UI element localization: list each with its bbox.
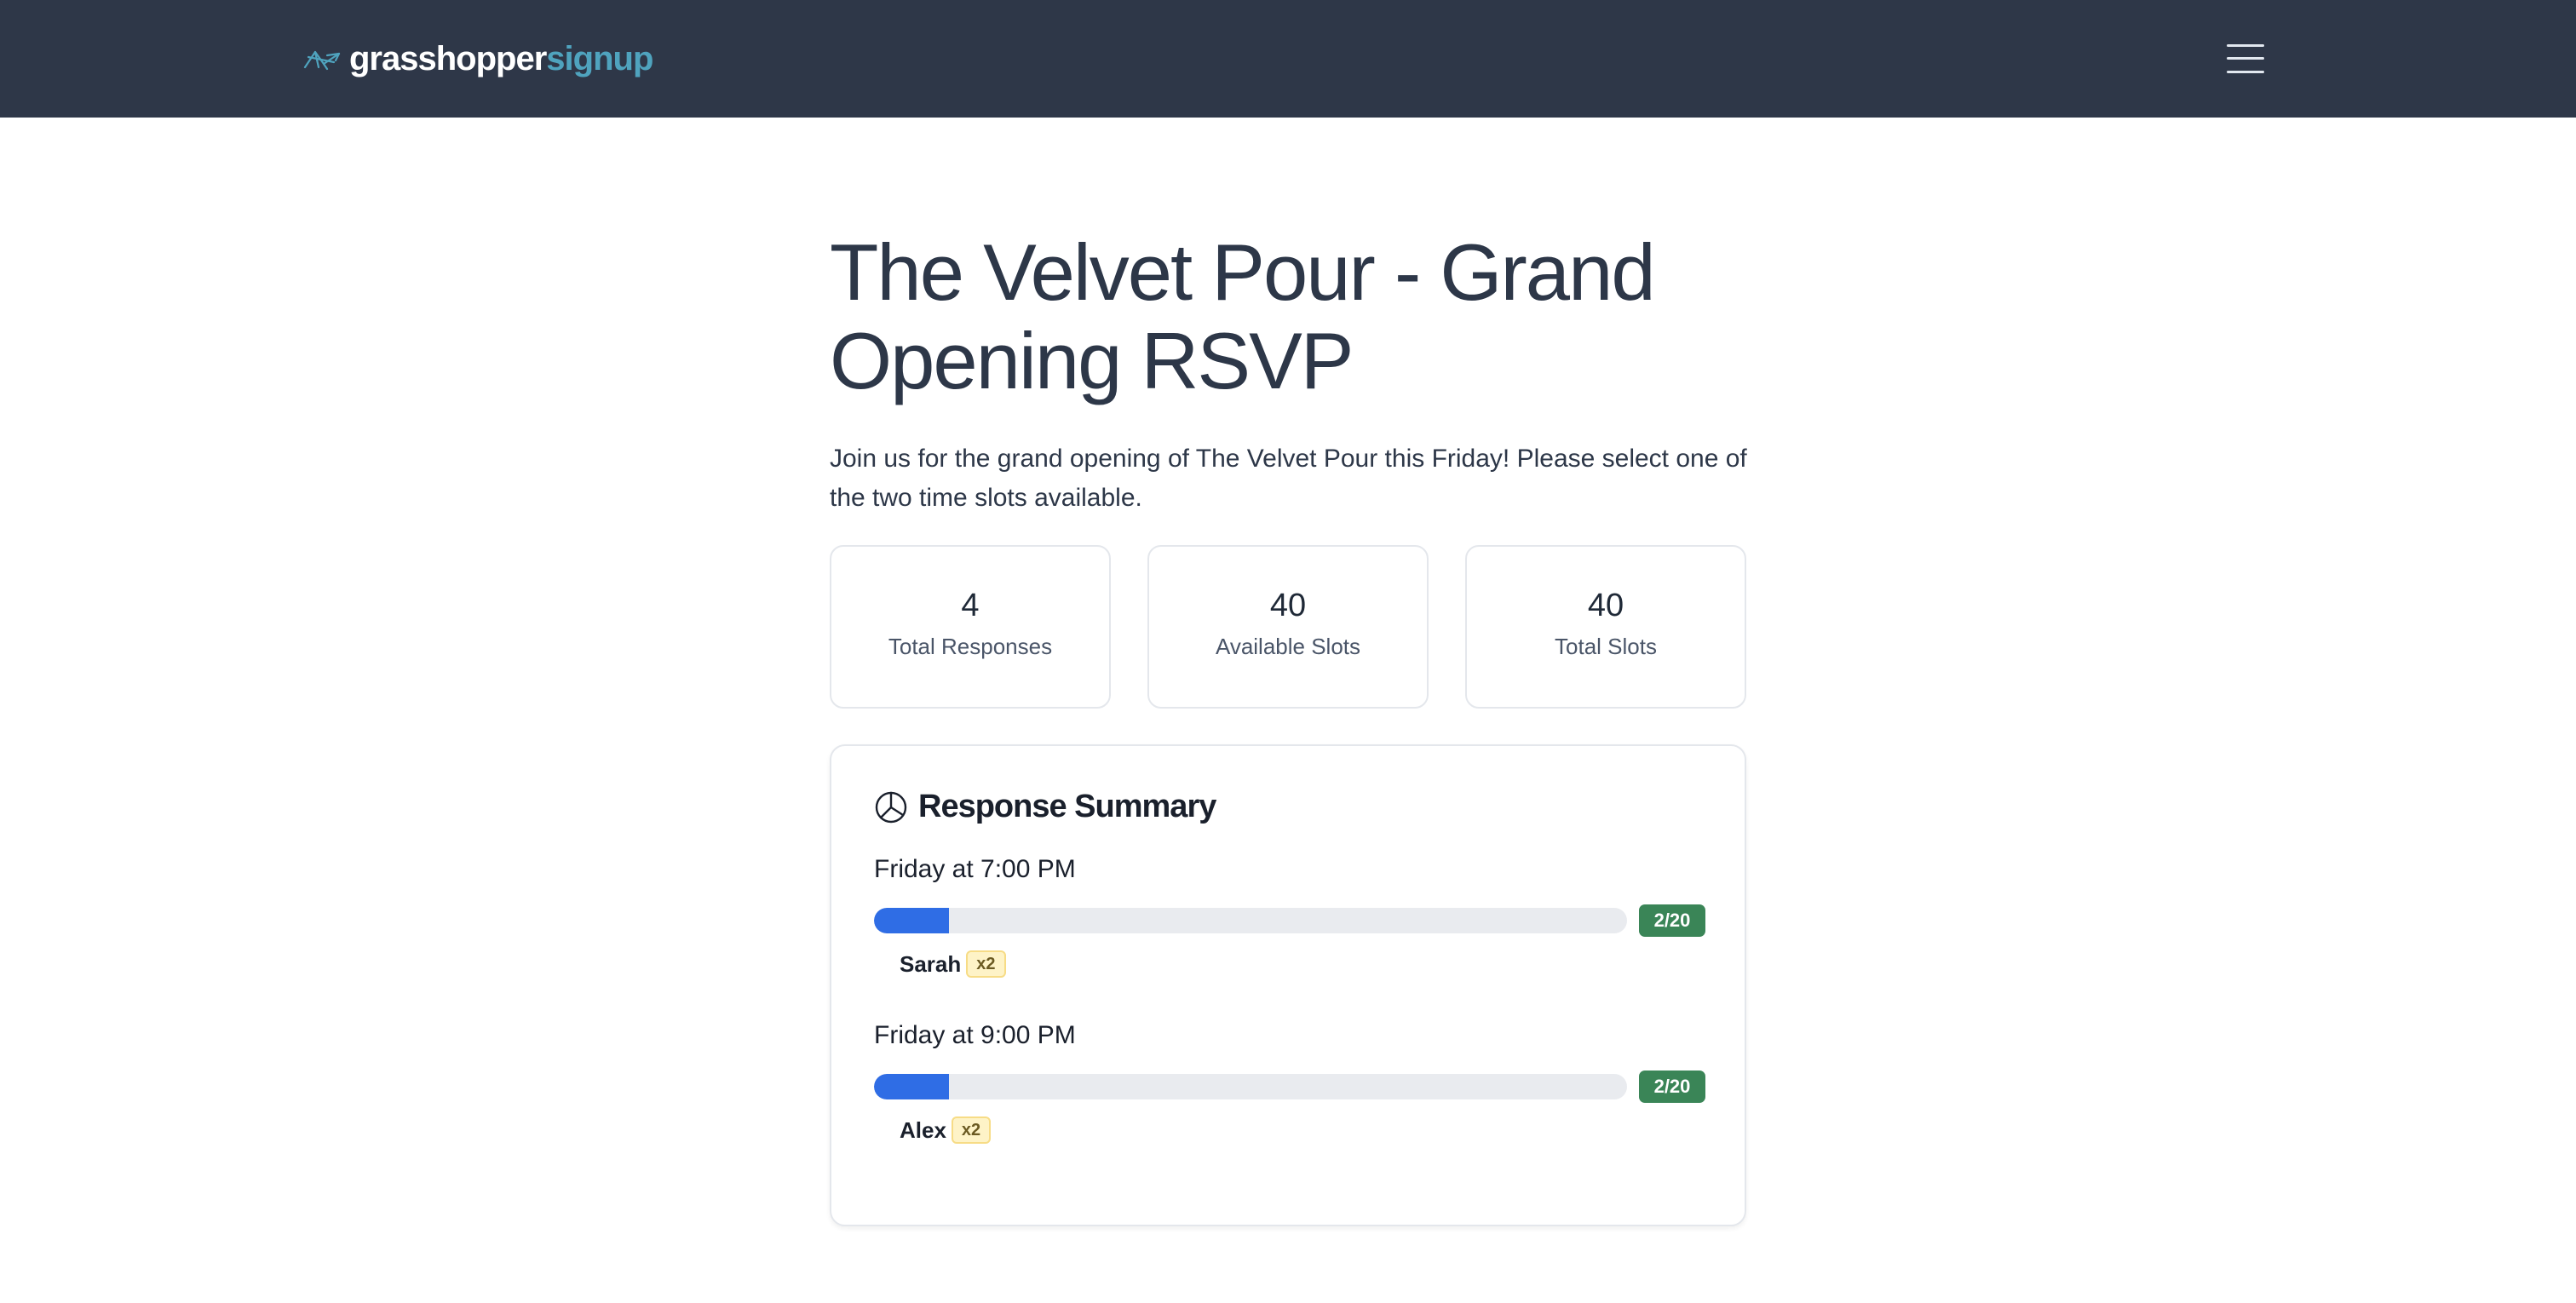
logo-wordmark: grasshoppersignup	[349, 40, 653, 78]
progress-track	[874, 908, 1627, 933]
summary-title: Response Summary	[918, 789, 1216, 824]
stat-card-available-slots: 40 Available Slots	[1147, 545, 1429, 709]
stat-card-total-responses: 4 Total Responses	[830, 545, 1111, 709]
stat-label: Available Slots	[1215, 634, 1361, 659]
slot-progress-row: 2/20	[874, 1071, 1705, 1103]
progress-track	[874, 1074, 1627, 1099]
summary-header: Response Summary	[874, 789, 1216, 825]
top-navbar: grasshoppersignup	[0, 0, 2576, 118]
attendee-name: Alex	[900, 1116, 946, 1143]
progress-fill	[874, 908, 950, 933]
pie-chart-icon	[875, 791, 907, 823]
progress-fill	[874, 1074, 950, 1099]
attendee-item: Alex x2	[900, 1116, 992, 1144]
logo-link[interactable]: grasshoppersignup	[302, 34, 653, 83]
attendee-quantity-badge: x2	[951, 1116, 992, 1144]
attendee-quantity-badge: x2	[966, 950, 1006, 978]
logo-wordmark-primary: grasshopper	[349, 39, 547, 77]
stat-card-total-slots: 40 Total Slots	[1465, 545, 1746, 709]
logo-wordmark-accent: signup	[546, 39, 653, 77]
slot-count-badge: 2/20	[1639, 1071, 1705, 1103]
slot-label: Friday at 7:00 PM	[874, 855, 1076, 883]
response-summary-card: Response Summary Friday at 7:00 PM 2/20 …	[830, 744, 1746, 1226]
attendee-item: Sarah x2	[900, 950, 1006, 978]
stat-value: 40	[1269, 588, 1307, 623]
page-title: The Velvet Pour - Grand Opening RSVP	[830, 227, 1656, 405]
time-slot: Friday at 7:00 PM 2/20 Sarah x2	[874, 855, 1705, 978]
stat-label: Total Responses	[888, 634, 1053, 659]
stat-label: Total Slots	[1555, 634, 1657, 659]
attendee-name: Sarah	[900, 950, 962, 977]
grasshopper-logo-icon	[303, 50, 341, 71]
slot-label: Friday at 9:00 PM	[874, 1021, 1076, 1049]
slot-progress-row: 2/20	[874, 904, 1705, 937]
time-slot: Friday at 9:00 PM 2/20 Alex x2	[874, 1021, 1705, 1144]
stat-value: 4	[961, 588, 980, 623]
stat-value: 40	[1587, 588, 1624, 623]
slot-count-badge: 2/20	[1639, 904, 1705, 937]
event-description: Join us for the grand opening of The Vel…	[830, 445, 1747, 512]
hamburger-menu-icon[interactable]	[2227, 43, 2264, 75]
